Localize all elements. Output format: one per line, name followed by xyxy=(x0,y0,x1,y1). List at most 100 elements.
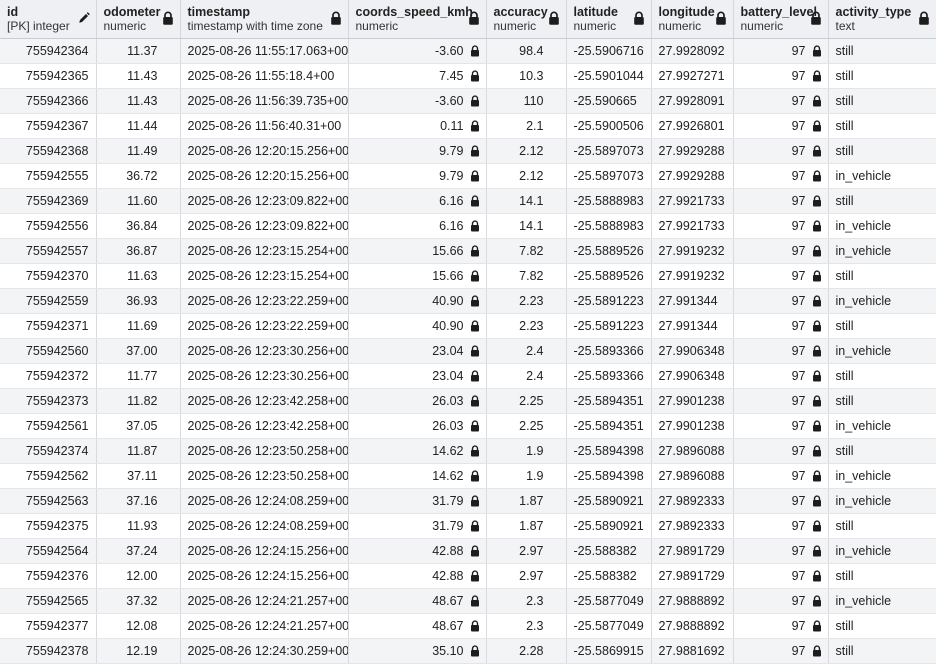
cell-latitude[interactable]: -25.5900506 xyxy=(566,113,652,139)
cell-longitude[interactable]: 27.9906348 xyxy=(651,363,734,389)
table-row[interactable]: 755942561 37.05 2025-08-26 12:23:42.258+00… xyxy=(0,413,936,439)
cell-activity-type[interactable]: still xyxy=(828,613,936,639)
cell-odometer[interactable]: 12.08 xyxy=(96,613,181,639)
cell-activity-type[interactable]: in_vehicle xyxy=(828,288,936,314)
cell-accuracy[interactable]: 14.1 xyxy=(486,213,567,239)
cell-latitude[interactable]: -25.5891223 xyxy=(566,313,652,339)
table-row[interactable]: 755942374 11.87 2025-08-26 12:23:50.258+00… xyxy=(0,438,936,464)
cell-accuracy[interactable]: 2.97 xyxy=(486,563,567,589)
cell-accuracy[interactable]: 1.87 xyxy=(486,513,567,539)
cell-longitude[interactable]: 27.9901238 xyxy=(651,413,734,439)
cell-activity-type[interactable]: in_vehicle xyxy=(828,213,936,239)
cell-longitude[interactable]: 27.9927271 xyxy=(651,63,734,89)
cell-id[interactable]: 755942560 xyxy=(0,338,97,364)
cell-accuracy[interactable]: 2.25 xyxy=(486,413,567,439)
cell-timestamp[interactable]: 2025-08-26 12:23:30.256+00 xyxy=(180,363,349,389)
cell-latitude[interactable]: -25.5890921 xyxy=(566,488,652,514)
cell-activity-type[interactable]: in_vehicle xyxy=(828,538,936,564)
cell-battery-level[interactable]: 97 xyxy=(733,38,829,64)
cell-latitude[interactable]: -25.588382 xyxy=(566,538,652,564)
cell-timestamp[interactable]: 2025-08-26 12:23:42.258+00 xyxy=(180,388,349,414)
column-header-longitude[interactable]: longitude numeric xyxy=(651,0,734,39)
table-row[interactable]: 755942555 36.72 2025-08-26 12:20:15.256+00… xyxy=(0,163,936,189)
cell-odometer[interactable]: 37.16 xyxy=(96,488,181,514)
cell-accuracy[interactable]: 1.9 xyxy=(486,463,567,489)
table-row[interactable]: 755942372 11.77 2025-08-26 12:23:30.256+00… xyxy=(0,363,936,389)
cell-accuracy[interactable]: 1.9 xyxy=(486,438,567,464)
cell-odometer[interactable]: 11.87 xyxy=(96,438,181,464)
cell-odometer[interactable]: 36.93 xyxy=(96,288,181,314)
cell-accuracy[interactable]: 2.3 xyxy=(486,613,567,639)
table-row[interactable]: 755942369 11.60 2025-08-26 12:23:09.822+00… xyxy=(0,188,936,214)
cell-id[interactable]: 755942365 xyxy=(0,63,97,89)
cell-longitude[interactable]: 27.9881692 xyxy=(651,638,734,664)
cell-id[interactable]: 755942557 xyxy=(0,238,97,264)
cell-timestamp[interactable]: 2025-08-26 12:24:30.259+00 xyxy=(180,638,349,664)
table-row[interactable]: 755942375 11.93 2025-08-26 12:24:08.259+00… xyxy=(0,513,936,539)
cell-battery-level[interactable]: 97 xyxy=(733,413,829,439)
cell-id[interactable]: 755942375 xyxy=(0,513,97,539)
cell-accuracy[interactable]: 7.82 xyxy=(486,238,567,264)
cell-odometer[interactable]: 11.44 xyxy=(96,113,181,139)
cell-activity-type[interactable]: in_vehicle xyxy=(828,238,936,264)
cell-odometer[interactable]: 36.84 xyxy=(96,213,181,239)
cell-odometer[interactable]: 36.87 xyxy=(96,238,181,264)
cell-accuracy[interactable]: 7.82 xyxy=(486,263,567,289)
cell-latitude[interactable]: -25.5869915 xyxy=(566,638,652,664)
cell-coords-speed-kmh[interactable]: 14.62 xyxy=(348,438,487,464)
cell-coords-speed-kmh[interactable]: 7.45 xyxy=(348,63,487,89)
cell-timestamp[interactable]: 2025-08-26 12:24:21.257+00 xyxy=(180,613,349,639)
cell-timestamp[interactable]: 2025-08-26 12:24:08.259+00 xyxy=(180,513,349,539)
cell-id[interactable]: 755942376 xyxy=(0,563,97,589)
cell-battery-level[interactable]: 97 xyxy=(733,163,829,189)
cell-timestamp[interactable]: 2025-08-26 11:56:39.735+00 xyxy=(180,88,349,114)
cell-activity-type[interactable]: in_vehicle xyxy=(828,488,936,514)
table-row[interactable]: 755942556 36.84 2025-08-26 12:23:09.822+00… xyxy=(0,213,936,239)
table-row[interactable]: 755942560 37.00 2025-08-26 12:23:30.256+00… xyxy=(0,338,936,364)
cell-timestamp[interactable]: 2025-08-26 12:23:15.254+00 xyxy=(180,238,349,264)
cell-id[interactable]: 755942556 xyxy=(0,213,97,239)
cell-accuracy[interactable]: 2.1 xyxy=(486,113,567,139)
column-header-coords-speed-kmh[interactable]: coords_speed_kmh numeric xyxy=(348,0,487,39)
cell-activity-type[interactable]: in_vehicle xyxy=(828,413,936,439)
cell-timestamp[interactable]: 2025-08-26 12:23:09.822+00 xyxy=(180,213,349,239)
cell-battery-level[interactable]: 97 xyxy=(733,88,829,114)
cell-odometer[interactable]: 12.00 xyxy=(96,563,181,589)
cell-id[interactable]: 755942371 xyxy=(0,313,97,339)
cell-id[interactable]: 755942369 xyxy=(0,188,97,214)
cell-timestamp[interactable]: 2025-08-26 12:20:15.256+00 xyxy=(180,138,349,164)
cell-longitude[interactable]: 27.9892333 xyxy=(651,488,734,514)
cell-longitude[interactable]: 27.991344 xyxy=(651,313,734,339)
cell-odometer[interactable]: 11.43 xyxy=(96,63,181,89)
cell-battery-level[interactable]: 97 xyxy=(733,238,829,264)
cell-battery-level[interactable]: 97 xyxy=(733,563,829,589)
cell-activity-type[interactable]: still xyxy=(828,113,936,139)
cell-coords-speed-kmh[interactable]: 9.79 xyxy=(348,138,487,164)
cell-latitude[interactable]: -25.5889526 xyxy=(566,238,652,264)
cell-timestamp[interactable]: 2025-08-26 12:23:22.259+00 xyxy=(180,313,349,339)
cell-activity-type[interactable]: still xyxy=(828,388,936,414)
cell-timestamp[interactable]: 2025-08-26 11:55:18.4+00 xyxy=(180,63,349,89)
cell-battery-level[interactable]: 97 xyxy=(733,263,829,289)
cell-longitude[interactable]: 27.9888892 xyxy=(651,613,734,639)
cell-activity-type[interactable]: still xyxy=(828,563,936,589)
cell-activity-type[interactable]: still xyxy=(828,63,936,89)
table-row[interactable]: 755942562 37.11 2025-08-26 12:23:50.258+00… xyxy=(0,463,936,489)
cell-activity-type[interactable]: in_vehicle xyxy=(828,338,936,364)
cell-coords-speed-kmh[interactable]: 40.90 xyxy=(348,288,487,314)
cell-activity-type[interactable]: in_vehicle xyxy=(828,463,936,489)
cell-latitude[interactable]: -25.5893366 xyxy=(566,338,652,364)
cell-activity-type[interactable]: still xyxy=(828,363,936,389)
cell-battery-level[interactable]: 97 xyxy=(733,288,829,314)
table-row[interactable]: 755942559 36.93 2025-08-26 12:23:22.259+00… xyxy=(0,288,936,314)
table-row[interactable]: 755942364 11.37 2025-08-26 11:55:17.063+00… xyxy=(0,38,936,64)
cell-coords-speed-kmh[interactable]: 31.79 xyxy=(348,488,487,514)
cell-coords-speed-kmh[interactable]: 31.79 xyxy=(348,513,487,539)
cell-latitude[interactable]: -25.5906716 xyxy=(566,38,652,64)
cell-accuracy[interactable]: 2.12 xyxy=(486,138,567,164)
column-header-battery-level[interactable]: battery_level numeric xyxy=(733,0,829,39)
cell-odometer[interactable]: 36.72 xyxy=(96,163,181,189)
cell-activity-type[interactable]: still xyxy=(828,438,936,464)
cell-activity-type[interactable]: still xyxy=(828,138,936,164)
column-header-id[interactable]: id [PK] integer xyxy=(0,0,97,39)
